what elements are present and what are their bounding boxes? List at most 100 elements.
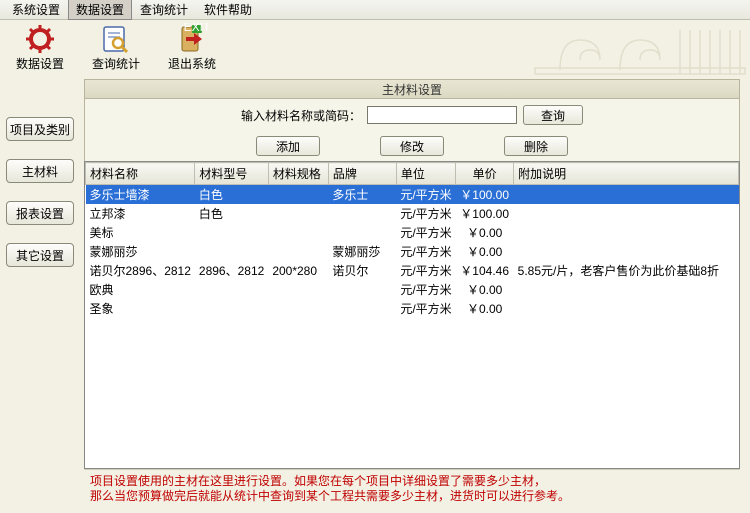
decoration-column	[530, 20, 750, 75]
cell-unit: 元/平方米	[396, 223, 455, 242]
toolbar-query-button[interactable]: 查询统计	[84, 23, 148, 73]
cell-model	[195, 223, 268, 242]
cell-price: ￥0.00	[456, 223, 514, 242]
toolbar-exit-label: 退出系统	[168, 55, 216, 72]
cell-price: ￥0.00	[456, 242, 514, 261]
panel-title: 主材料设置	[84, 79, 740, 99]
cell-note: 5.85元/片，老客户售价为此价基础8折	[514, 261, 739, 280]
cell-name: 诺贝尔2896、2812	[86, 261, 195, 280]
cell-note	[514, 223, 739, 242]
toolbar-data-label: 数据设置	[16, 55, 64, 72]
search-input[interactable]	[367, 106, 517, 124]
col-header-brand[interactable]: 品牌	[328, 163, 396, 185]
cell-name: 美标	[86, 223, 195, 242]
toolbar-query-label: 查询统计	[92, 55, 140, 72]
cell-brand	[328, 280, 396, 299]
menu-data[interactable]: 数据设置	[68, 0, 132, 20]
material-table: 材料名称 材料型号 材料规格 品牌 单位 单价 附加说明 多乐士墙漆白色多乐士元…	[85, 162, 739, 318]
cell-unit: 元/平方米	[396, 261, 455, 280]
table-header-row: 材料名称 材料型号 材料规格 品牌 单位 单价 附加说明	[86, 163, 739, 185]
edit-button[interactable]: 修改	[380, 136, 444, 156]
sidebar: 项目及类别 主材料 报表设置 其它设置	[0, 109, 80, 513]
exit-icon: EXIT	[176, 23, 208, 55]
cell-note	[514, 280, 739, 299]
cell-model: 2896、2812	[195, 261, 268, 280]
cell-name: 多乐士墙漆	[86, 185, 195, 205]
toolbar-data-button[interactable]: 数据设置	[8, 23, 72, 73]
col-header-unit[interactable]: 单位	[396, 163, 455, 185]
cell-spec: 200*280	[268, 261, 328, 280]
menu-system[interactable]: 系统设置	[4, 0, 68, 20]
search-button[interactable]: 查询	[523, 105, 583, 125]
cell-unit: 元/平方米	[396, 204, 455, 223]
cell-unit: 元/平方米	[396, 185, 455, 205]
table-row[interactable]: 圣象 元/平方米￥0.00	[86, 299, 739, 318]
search-row: 输入材料名称或简码： 查询	[84, 99, 740, 131]
content-panel: 主材料设置 输入材料名称或简码： 查询 添加 修改 删除 材料名称 材料型号 材…	[80, 75, 750, 513]
cell-brand	[328, 299, 396, 318]
table-container[interactable]: 材料名称 材料型号 材料规格 品牌 单位 单价 附加说明 多乐士墙漆白色多乐士元…	[84, 161, 740, 469]
cell-note	[514, 242, 739, 261]
table-row[interactable]: 欧典 元/平方米￥0.00	[86, 280, 739, 299]
table-row[interactable]: 美标 元/平方米￥0.00	[86, 223, 739, 242]
table-row[interactable]: 立邦漆白色 元/平方米￥100.00	[86, 204, 739, 223]
action-row: 添加 修改 删除	[84, 131, 740, 161]
cell-price: ￥0.00	[456, 299, 514, 318]
toolbar: 数据设置 查询统计 EXIT 退出系统	[0, 20, 750, 75]
cell-model	[195, 299, 268, 318]
col-header-price[interactable]: 单价	[456, 163, 514, 185]
gear-icon	[24, 23, 56, 55]
search-icon	[100, 23, 132, 55]
cell-name: 欧典	[86, 280, 195, 299]
cell-price: ￥0.00	[456, 280, 514, 299]
footer-line2: 那么当您预算做完后就能从统计中查询到某个工程共需要多少主材，进货时可以进行参考。	[90, 489, 734, 505]
menubar: 系统设置 数据设置 查询统计 软件帮助	[0, 0, 750, 20]
add-button[interactable]: 添加	[256, 136, 320, 156]
cell-spec	[268, 299, 328, 318]
cell-spec	[268, 223, 328, 242]
cell-note	[514, 204, 739, 223]
footer-line1: 项目设置使用的主材在这里进行设置。如果您在每个项目中详细设置了需要多少主材，	[90, 474, 734, 490]
col-header-spec[interactable]: 材料规格	[268, 163, 328, 185]
menu-query[interactable]: 查询统计	[132, 0, 196, 20]
cell-model	[195, 242, 268, 261]
cell-brand: 蒙娜丽莎	[328, 242, 396, 261]
cell-brand: 多乐士	[328, 185, 396, 205]
cell-price: ￥100.00	[456, 204, 514, 223]
cell-model: 白色	[195, 204, 268, 223]
search-label: 输入材料名称或简码：	[241, 107, 361, 124]
cell-model	[195, 280, 268, 299]
cell-name: 圣象	[86, 299, 195, 318]
cell-note	[514, 185, 739, 205]
cell-brand: 诺贝尔	[328, 261, 396, 280]
col-header-note[interactable]: 附加说明	[514, 163, 739, 185]
table-row[interactable]: 诺贝尔2896、28122896、2812200*280诺贝尔元/平方米￥104…	[86, 261, 739, 280]
cell-spec	[268, 280, 328, 299]
cell-price: ￥104.46	[456, 261, 514, 280]
toolbar-exit-button[interactable]: EXIT 退出系统	[160, 23, 224, 73]
footer-note: 项目设置使用的主材在这里进行设置。如果您在每个项目中详细设置了需要多少主材， 那…	[84, 469, 740, 509]
cell-brand	[328, 223, 396, 242]
cell-name: 立邦漆	[86, 204, 195, 223]
cell-price: ￥100.00	[456, 185, 514, 205]
cell-unit: 元/平方米	[396, 299, 455, 318]
cell-spec	[268, 242, 328, 261]
menu-help[interactable]: 软件帮助	[196, 0, 260, 20]
table-row[interactable]: 多乐士墙漆白色 多乐士元/平方米￥100.00	[86, 185, 739, 205]
delete-button[interactable]: 删除	[504, 136, 568, 156]
sidebar-item-project[interactable]: 项目及类别	[6, 117, 74, 141]
sidebar-item-other[interactable]: 其它设置	[6, 243, 74, 267]
cell-name: 蒙娜丽莎	[86, 242, 195, 261]
cell-model: 白色	[195, 185, 268, 205]
cell-unit: 元/平方米	[396, 280, 455, 299]
col-header-model[interactable]: 材料型号	[195, 163, 268, 185]
sidebar-item-report[interactable]: 报表设置	[6, 201, 74, 225]
cell-unit: 元/平方米	[396, 242, 455, 261]
cell-spec	[268, 185, 328, 205]
cell-note	[514, 299, 739, 318]
sidebar-item-material[interactable]: 主材料	[6, 159, 74, 183]
svg-text:EXIT: EXIT	[184, 23, 208, 34]
col-header-name[interactable]: 材料名称	[86, 163, 195, 185]
cell-brand	[328, 204, 396, 223]
table-row[interactable]: 蒙娜丽莎蒙娜丽莎元/平方米￥0.00	[86, 242, 739, 261]
